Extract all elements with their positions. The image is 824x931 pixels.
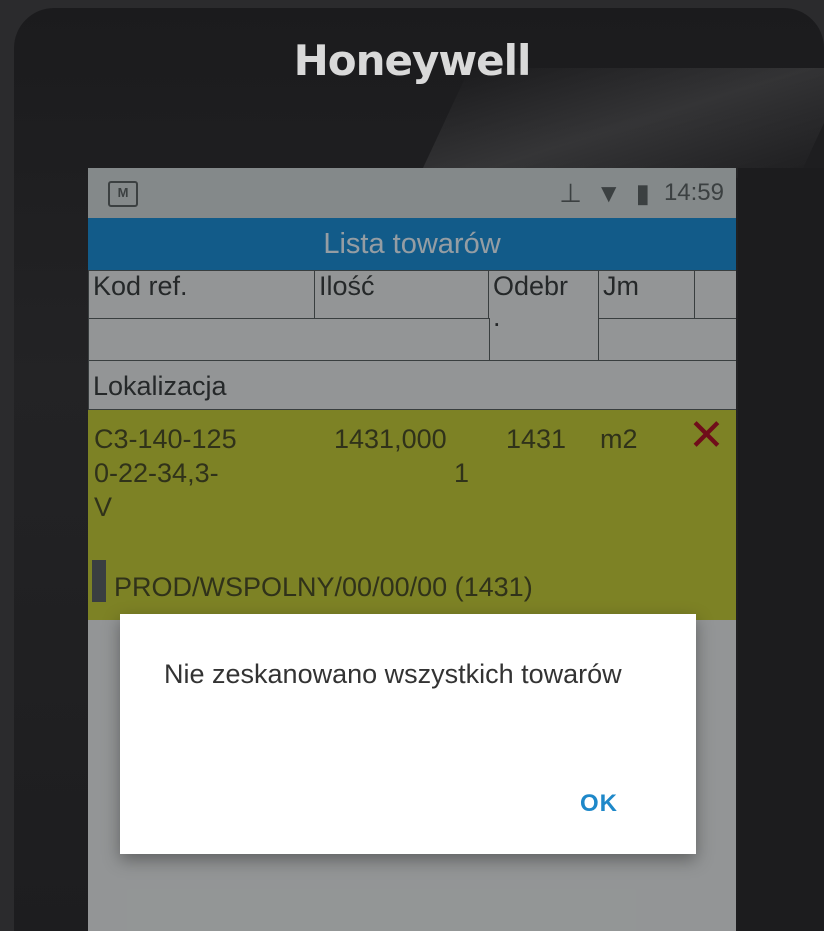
device-screen: M ⊥ ▼ ▮ 14:59 Lista towarów Kod ref. Ilo…: [88, 168, 736, 931]
column-header-odebr-dot: .: [493, 302, 501, 332]
item-kod-ref-line1: C3-140-125: [94, 424, 237, 454]
battery-icon: ▮: [635, 178, 650, 208]
item-odebr: 1431: [506, 424, 567, 454]
alert-dialog: Nie zeskanowano wszystkich towarów OK: [120, 614, 696, 854]
notification-icon: M: [108, 181, 138, 207]
header-subcell-left: [88, 318, 490, 362]
device-brand-logo: Honeywell: [293, 36, 532, 85]
ok-button[interactable]: OK: [580, 790, 618, 818]
location-marker: [92, 560, 106, 602]
usb-icon: ⊥: [559, 178, 582, 208]
item-kod-ref-line3: V: [94, 492, 113, 522]
column-header-odebr[interactable]: Odebr .: [488, 270, 600, 362]
column-header-ilosc[interactable]: Ilość: [314, 270, 490, 320]
table-row[interactable]: C3-140-125 0-22-34,3- V 1431,000 1 1431 …: [88, 410, 736, 620]
wifi-icon: ▼: [595, 178, 622, 208]
column-header-odebr-label: Odebr: [493, 271, 569, 301]
column-header-lokalizacja[interactable]: Lokalizacja: [88, 360, 736, 410]
page-title: Lista towarów: [88, 218, 736, 270]
header-subcell-right: [598, 318, 736, 362]
column-header-jm[interactable]: Jm: [598, 270, 696, 320]
status-icons: ⊥ ▼ ▮ 14:59: [559, 178, 724, 208]
dialog-message: Nie zeskanowano wszystkich towarów: [164, 659, 622, 689]
photo-background: Honeywell M ⊥ ▼ ▮ 14:59 Lista towarów Ko…: [0, 0, 824, 931]
delete-item-icon[interactable]: ✕: [688, 414, 725, 458]
item-ilosc-line2: 1: [454, 458, 470, 488]
column-header-extra: [694, 270, 736, 320]
device-bezel-right: [738, 168, 824, 931]
item-kod-ref-line2: 0-22-34,3-: [94, 458, 219, 488]
item-jm: m2: [600, 424, 638, 454]
item-ilosc-line1: 1431,000: [334, 424, 447, 454]
status-bar: M ⊥ ▼ ▮ 14:59: [88, 168, 736, 218]
status-time: 14:59: [663, 179, 724, 206]
item-lokalizacja: PROD/WSPOLNY/00/00/00 (1431): [114, 572, 533, 602]
column-header-kod-ref[interactable]: Kod ref.: [88, 270, 316, 320]
